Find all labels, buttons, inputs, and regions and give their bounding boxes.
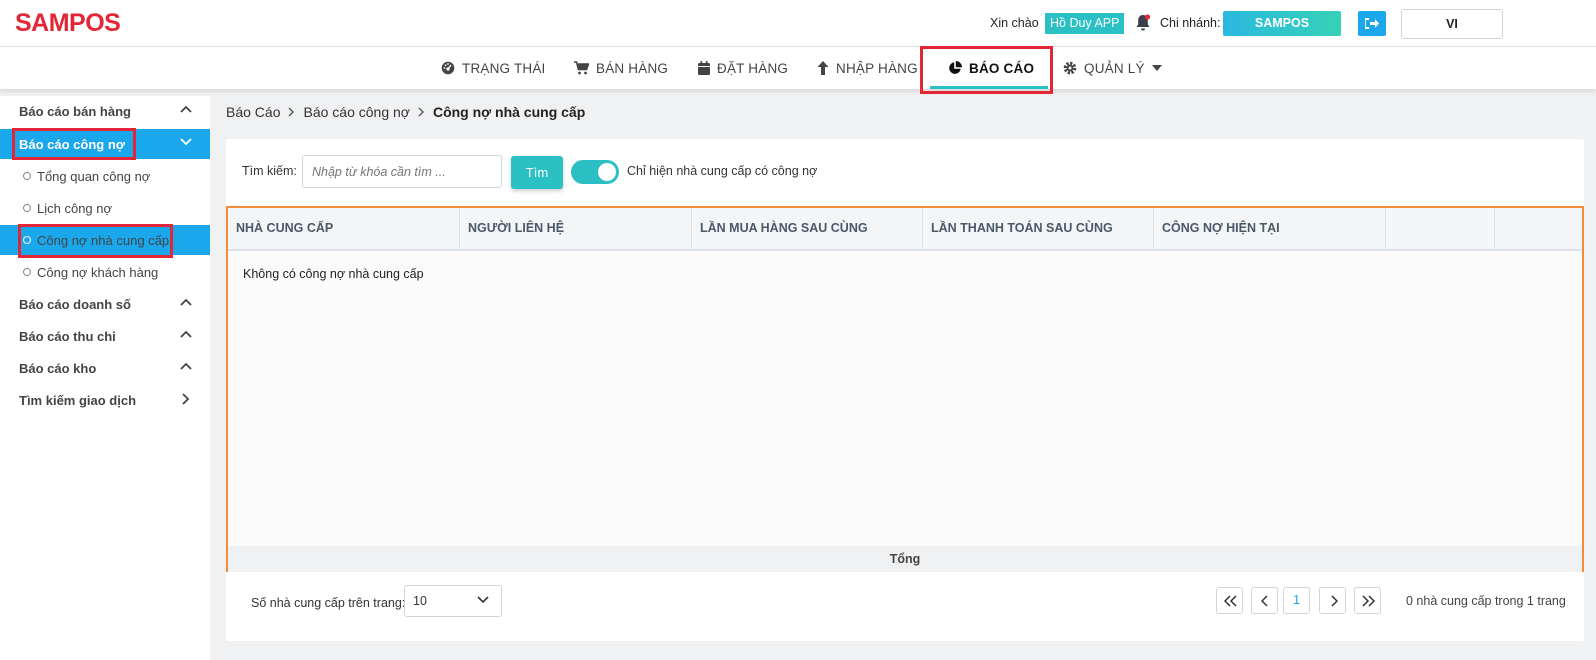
supplier-debt-table: NHÀ CUNG CẤP NGƯỜI LIÊN HỆ LẦN MUA HÀNG …: [226, 206, 1584, 572]
breadcrumb-item[interactable]: Báo cáo công nợ: [303, 104, 409, 120]
main-nav: TRẠNG THÁI BÁN HÀNG ĐẶT HÀNG NHẬP HÀNG B…: [0, 47, 1596, 89]
nav-trang-thai[interactable]: TRẠNG THÁI: [441, 47, 546, 89]
bell-icon[interactable]: [1135, 14, 1151, 32]
user-name-badge[interactable]: Hồ Duy APP: [1045, 13, 1125, 34]
chevron-down-icon: [180, 138, 192, 146]
sidebar-group-label: Báo cáo kho: [19, 360, 97, 376]
annotation-highlight-box: [18, 224, 173, 258]
nav-nhap-hang[interactable]: NHẬP HÀNG: [817, 47, 918, 89]
page-size-value: 10: [413, 594, 427, 608]
column-header[interactable]: CÔNG NỢ HIỆN TẠI: [1154, 208, 1386, 249]
search-label: Tìm kiếm:: [242, 164, 297, 178]
bullet-icon: [23, 268, 31, 276]
greeting-text: Xin chào: [990, 16, 1039, 30]
annotation-highlight-box: [920, 46, 1053, 94]
sidebar-item-customer-debt[interactable]: Công nợ khách hàng: [0, 257, 210, 287]
next-page-button[interactable]: [1319, 587, 1346, 614]
sidebar-item-debt-overview[interactable]: Tổng quan công nợ: [0, 161, 210, 191]
toggle-knob: [598, 163, 616, 181]
sidebar-group-label: Báo cáo thu chi: [19, 328, 116, 344]
dashboard-icon: [441, 61, 455, 75]
nav-label: ĐẶT HÀNG: [717, 60, 789, 76]
chevron-up-icon: [180, 330, 192, 338]
debt-only-toggle[interactable]: [571, 160, 619, 184]
double-chevron-left-icon: [1224, 595, 1237, 607]
sidebar-item-label: Lịch công nợ: [37, 200, 113, 216]
chevron-down-icon: [477, 596, 489, 604]
breadcrumb: Báo Cáo Báo cáo công nợ Công nợ nhà cung…: [226, 104, 585, 120]
last-page-button[interactable]: [1354, 587, 1381, 614]
sidebar-item-debt-calendar[interactable]: Lịch công nợ: [0, 193, 210, 223]
branch-label: Chi nhánh:: [1160, 16, 1221, 30]
calendar-icon: [698, 61, 710, 75]
prev-page-button[interactable]: [1251, 587, 1278, 614]
empty-state-message: Không có công nợ nhà cung cấp: [243, 267, 424, 281]
sidebar-group-sales-report[interactable]: Báo cáo bán hàng: [0, 96, 210, 126]
search-input[interactable]: [302, 155, 502, 188]
gear-icon: [1063, 61, 1077, 75]
chevron-right-icon: [288, 107, 295, 117]
table-header: NHÀ CUNG CẤP NGƯỜI LIÊN HỆ LẦN MUA HÀNG …: [228, 208, 1582, 251]
logo[interactable]: SAMPOS: [15, 9, 121, 38]
search-button[interactable]: Tìm: [511, 156, 563, 189]
column-header[interactable]: NHÀ CUNG CẤP: [228, 208, 460, 249]
pagination-info: 0 nhà cung cấp trong 1 trang: [1406, 594, 1566, 608]
sidebar-group-label: Báo cáo bán hàng: [19, 103, 131, 119]
sidebar-group-transaction-search[interactable]: Tìm kiếm giao dịch: [0, 385, 210, 415]
double-chevron-right-icon: [1362, 595, 1375, 607]
sidebar-item-label: Công nợ khách hàng: [37, 264, 159, 280]
chevron-up-icon: [180, 362, 192, 370]
breadcrumb-current: Công nợ nhà cung cấp: [432, 104, 586, 120]
chevron-right-icon: [182, 393, 190, 405]
column-header: [1386, 208, 1495, 249]
annotation-highlight-box: [12, 128, 136, 160]
cart-icon: [574, 61, 589, 75]
branch-selector-button[interactable]: SAMPOS: [1223, 11, 1341, 36]
sidebar-group-label: Báo cáo doanh số: [19, 296, 131, 312]
sidebar: Báo cáo bán hàng Báo cáo công nợ Tổng qu…: [0, 96, 210, 660]
logout-icon: [1365, 18, 1379, 29]
arrow-up-icon: [817, 61, 829, 75]
chevron-right-icon: [418, 107, 424, 117]
column-header[interactable]: NGƯỜI LIÊN HỆ: [460, 208, 692, 249]
nav-label: QUẢN LÝ: [1084, 60, 1145, 76]
chevron-left-icon: [1261, 595, 1268, 607]
column-header[interactable]: LẦN MUA HÀNG SAU CÙNG: [692, 208, 923, 249]
nav-dat-hang[interactable]: ĐẶT HÀNG: [698, 47, 788, 89]
first-page-button[interactable]: [1216, 587, 1243, 614]
top-bar: SAMPOS Xin chào Hồ Duy APP Chi nhánh: SA…: [0, 0, 1596, 47]
caret-down-icon: [1151, 65, 1162, 71]
breadcrumb-item[interactable]: Báo Cáo: [226, 104, 280, 120]
content-card: Tìm kiếm: Tìm Chỉ hiện nhà cung cấp có c…: [226, 139, 1584, 641]
sidebar-group-cashflow-report[interactable]: Báo cáo thu chi: [0, 321, 210, 351]
logout-button[interactable]: [1358, 11, 1386, 36]
sidebar-group-inventory-report[interactable]: Báo cáo kho: [0, 353, 210, 383]
nav-label: BÁN HÀNG: [596, 60, 669, 76]
toggle-label: Chỉ hiện nhà cung cấp có công nợ: [627, 164, 818, 178]
table-footer-total: Tổng: [228, 546, 1582, 572]
page-size-select[interactable]: 10: [404, 585, 502, 617]
nav-ban-hang[interactable]: BÁN HÀNG: [574, 47, 668, 89]
nav-label: TRẠNG THÁI: [462, 60, 546, 76]
bullet-icon: [23, 172, 31, 180]
chevron-up-icon: [180, 298, 192, 306]
language-selector[interactable]: VI: [1401, 9, 1503, 39]
chevron-right-icon: [1331, 595, 1338, 607]
column-header[interactable]: LẦN THANH TOÁN SAU CÙNG: [923, 208, 1154, 249]
sidebar-group-revenue-report[interactable]: Báo cáo doanh số: [0, 289, 210, 319]
bullet-icon: [23, 204, 31, 212]
page-size-label: Số nhà cung cấp trên trang:: [251, 596, 406, 610]
sidebar-group-label: Tìm kiếm giao dịch: [19, 392, 137, 408]
nav-label: NHẬP HÀNG: [836, 60, 918, 76]
column-header: [1495, 208, 1582, 249]
page-number-button[interactable]: 1: [1283, 587, 1310, 614]
nav-quan-ly[interactable]: QUẢN LÝ: [1063, 47, 1162, 89]
chevron-up-icon: [180, 105, 192, 113]
sidebar-item-label: Tổng quan công nợ: [37, 168, 151, 184]
